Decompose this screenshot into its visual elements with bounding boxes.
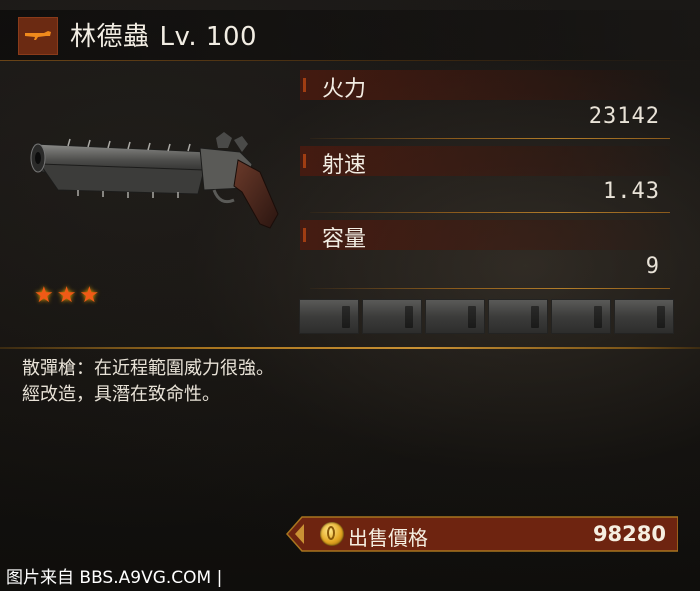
stat-firepower: 火力 [300,70,670,102]
slot-notch [531,306,539,328]
stat-fire-rate: 射速 [300,146,670,178]
weapon-description: 散彈槍：在近程範圍威力很強。 經改造，具潛在致命性。 [22,356,274,408]
star-icon: ★ [79,283,100,308]
stat-marker [303,154,306,168]
upgrade-slot[interactable] [299,299,359,334]
weapon-name: 林德蟲 [70,22,150,52]
stat-label: 射速 [322,153,367,178]
header-border [0,60,700,61]
slot-notch [594,306,602,328]
upgrade-slot[interactable] [488,299,548,334]
stat-label: 火力 [322,77,367,102]
star-icon: ★ [34,283,54,308]
stat-label: 容量 [322,227,367,252]
section-divider [0,347,700,349]
stat-value-fire-rate: 1.43 [603,179,660,204]
shotgun-image [28,130,280,234]
shotgun-icon [24,27,52,46]
stat-divider [310,212,670,213]
upgrade-slot[interactable] [551,299,611,334]
stat-divider [310,288,670,289]
stat-marker [303,78,306,92]
slot-notch [405,306,413,328]
stat-marker [303,228,306,242]
description-line: 散彈槍：在近程範圍威力很強。 [22,358,274,379]
weapon-type-badge [18,17,58,55]
stat-value-firepower: 23142 [588,104,660,129]
upgrade-slot[interactable] [425,299,485,334]
slot-notch [342,306,350,328]
stat-value-capacity: 9 [645,254,660,279]
star-icon: ★ [56,283,77,308]
sell-label: 出售價格 [348,526,428,550]
upgrade-slots [299,299,674,334]
stat-divider [310,138,670,139]
coin-icon [320,522,344,546]
slot-notch [657,306,665,328]
sell-price-bar[interactable]: 出售價格 98280 [286,515,678,553]
watermark: 图片来自 BBS.A9VG.COM | [6,568,223,588]
upgrade-slot[interactable] [614,299,674,334]
weapon-level: Lv. 100 [159,22,258,52]
item-title: 林德蟲 Lv. 100 [70,16,257,53]
upgrade-slot[interactable] [362,299,422,334]
description-line: 經改造，具潛在致命性。 [22,384,220,405]
stat-capacity: 容量 [300,220,670,252]
slot-notch [468,306,476,328]
sell-value: 98280 [592,522,666,546]
rarity-stars: ★ ★ ★ [34,285,99,307]
